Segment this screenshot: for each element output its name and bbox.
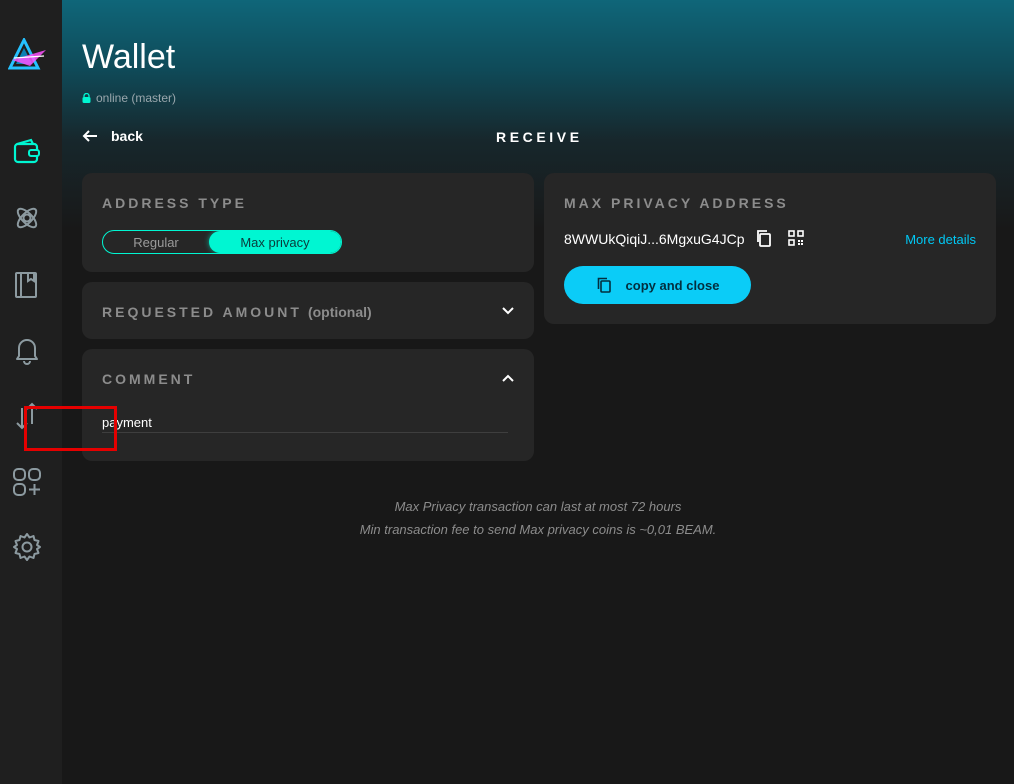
apps-icon[interactable] xyxy=(11,466,43,498)
requested-amount-title: REQUESTED AMOUNT (optional) xyxy=(102,304,372,320)
qr-code-icon[interactable] xyxy=(787,229,805,247)
address-type-panel: ADDRESS TYPE Regular Max privacy xyxy=(82,173,534,272)
optional-label: (optional) xyxy=(307,304,372,320)
connection-status: online (master) xyxy=(82,91,176,105)
arrows-up-down-icon[interactable] xyxy=(11,400,43,432)
copy-icon xyxy=(597,277,611,293)
requested-amount-label: REQUESTED AMOUNT xyxy=(102,304,302,320)
address-type-title: ADDRESS TYPE xyxy=(102,195,247,211)
copy-and-close-label: copy and close xyxy=(625,277,720,293)
bell-icon[interactable] xyxy=(11,334,43,366)
beam-logo-icon xyxy=(7,36,48,74)
back-label: back xyxy=(111,128,143,144)
gear-icon[interactable] xyxy=(11,531,43,563)
sidebar xyxy=(0,0,62,784)
chevron-up-icon[interactable] xyxy=(500,370,516,386)
address-value: 8WWUkQiqiJ...6MgxuG4JCp xyxy=(564,231,745,247)
copy-icon[interactable] xyxy=(755,229,773,247)
arrow-left-icon xyxy=(82,130,97,142)
receive-heading: RECEIVE xyxy=(496,129,583,145)
chevron-down-icon[interactable] xyxy=(500,303,516,319)
comment-input[interactable] xyxy=(102,413,508,433)
back-button[interactable]: back xyxy=(82,128,143,144)
comment-panel: COMMENT xyxy=(82,349,534,461)
lock-icon xyxy=(82,93,91,103)
copy-and-close-button[interactable]: copy and close xyxy=(564,266,751,304)
address-type-max-privacy[interactable]: Max privacy xyxy=(209,231,341,253)
max-privacy-address-panel: MAX PRIVACY ADDRESS 8WWUkQiqiJ...6MgxuG4… xyxy=(544,173,996,324)
address-type-toggle: Regular Max privacy xyxy=(102,230,342,254)
max-privacy-title: MAX PRIVACY ADDRESS xyxy=(564,195,789,211)
requested-amount-panel[interactable]: REQUESTED AMOUNT (optional) xyxy=(82,282,534,339)
note-duration: Max Privacy transaction can last at most… xyxy=(394,499,682,514)
note-fee: Min transaction fee to send Max privacy … xyxy=(359,522,717,537)
page-title: Wallet xyxy=(82,38,176,76)
address-type-regular[interactable]: Regular xyxy=(103,231,209,253)
comment-title: COMMENT xyxy=(102,371,196,387)
main-content: Wallet online (master) back RECEIVE ADDR… xyxy=(62,0,1014,784)
more-details-link[interactable]: More details xyxy=(905,232,976,247)
atom-icon[interactable] xyxy=(11,202,43,234)
wallet-icon[interactable] xyxy=(11,136,43,168)
address-book-icon[interactable] xyxy=(11,269,43,301)
status-text: online (master) xyxy=(96,91,177,105)
